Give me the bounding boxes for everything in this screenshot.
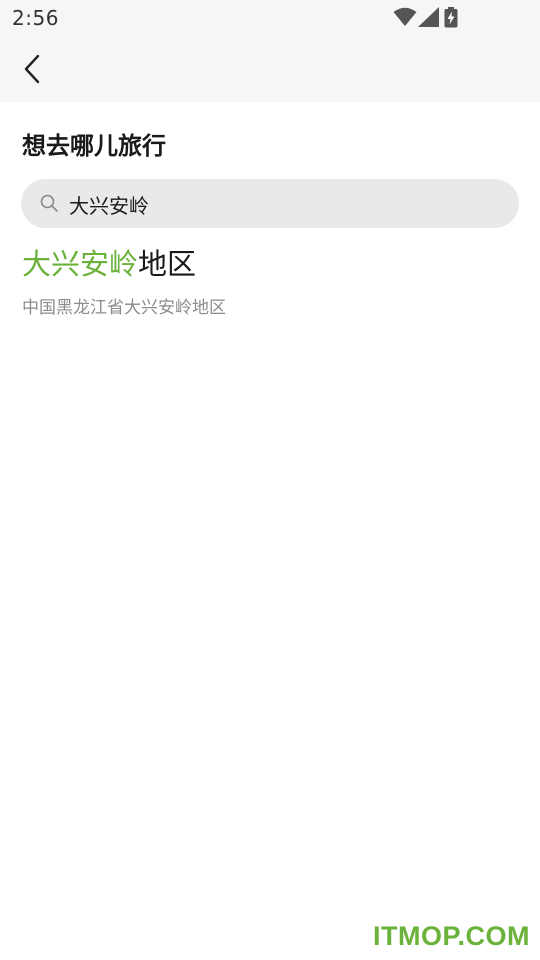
page-title: 想去哪儿旅行 [22, 132, 166, 160]
result-title: 大兴安岭地区 [22, 244, 518, 284]
list-item[interactable]: 大兴安岭地区 中国黑龙江省大兴安岭地区 [22, 244, 518, 324]
battery-charging-icon [444, 7, 458, 28]
chevron-left-icon [24, 54, 40, 84]
watermark: ITMOP.COM [372, 921, 530, 951]
status-time: 2:56 [12, 6, 59, 30]
result-subtitle: 中国黑龙江省大兴安岭地区 [22, 298, 226, 318]
top-bar: 2:56 [0, 0, 540, 102]
search-input[interactable]: 大兴安岭 [21, 179, 519, 228]
wifi-icon [393, 7, 417, 26]
screen: 2:56 想去哪儿旅行 大兴安岭 大兴安岭地区 中国黑龙江省大兴安岭地区 ITM… [0, 0, 540, 960]
search-value[interactable]: 大兴安岭 [69, 190, 149, 219]
back-button[interactable] [16, 50, 48, 88]
result-title-highlight: 大兴安岭 [22, 247, 139, 281]
result-title-rest: 地区 [138, 247, 197, 281]
cellular-signal-icon [418, 7, 439, 27]
search-icon [40, 194, 58, 212]
